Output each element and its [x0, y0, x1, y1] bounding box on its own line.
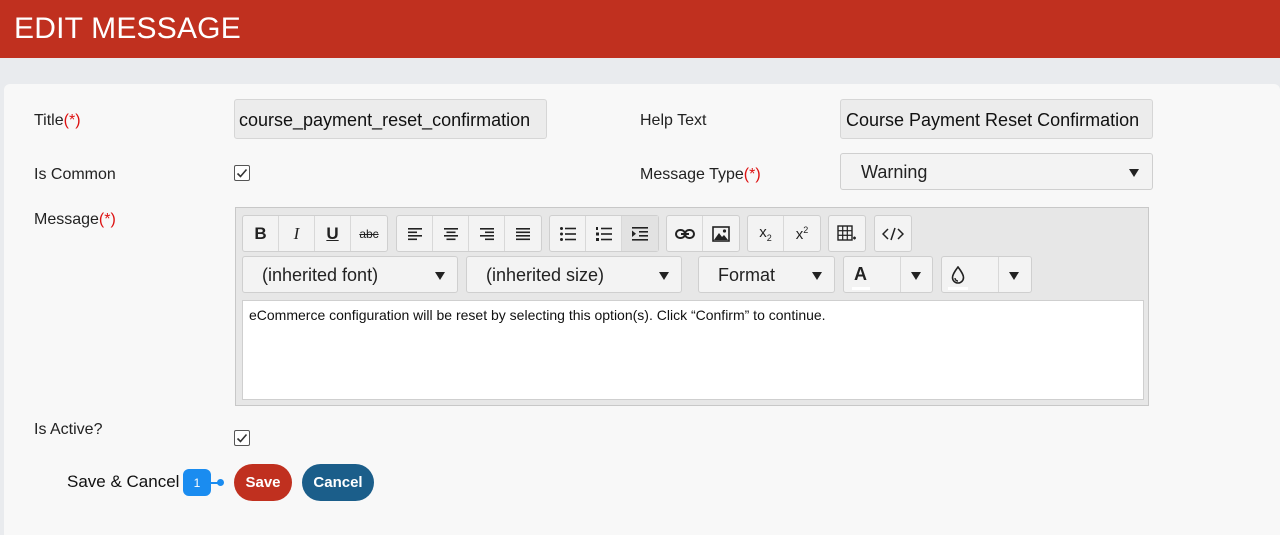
format-select[interactable]: Format — [698, 256, 835, 293]
font-family-select[interactable]: (inherited font) — [242, 256, 458, 293]
is-active-checkbox[interactable] — [234, 430, 250, 446]
toolbar-group-script: x2 x2 — [747, 215, 821, 252]
editor-content[interactable]: eCommerce configuration will be reset by… — [242, 300, 1144, 400]
toolbar-group-table — [828, 215, 866, 252]
annotation-label: Save & Cancel — [67, 472, 180, 491]
fill-color-swatch — [948, 287, 968, 290]
message-type-label: Message Type(*) — [640, 166, 761, 184]
check-icon — [236, 433, 248, 443]
link-button[interactable] — [667, 216, 703, 251]
required-marker: (*) — [98, 211, 116, 228]
image-icon — [712, 225, 730, 242]
message-type-value: Warning — [861, 162, 928, 182]
title-input[interactable]: course_payment_reset_confirmation — [234, 99, 547, 139]
indent-button[interactable] — [622, 216, 658, 251]
save-button[interactable]: Save — [234, 464, 292, 501]
is-common-label: Is Common — [34, 166, 116, 183]
annotation-dot — [217, 479, 224, 486]
toolbar-group-align — [396, 215, 542, 252]
toolbar-group-code — [874, 215, 912, 252]
cancel-button[interactable]: Cancel — [302, 464, 374, 501]
code-icon — [882, 227, 904, 240]
required-marker: (*) — [63, 112, 81, 129]
is-common-checkbox[interactable] — [234, 165, 250, 181]
text-color-picker[interactable]: A — [843, 256, 933, 293]
chevron-down-icon — [659, 272, 669, 280]
align-justify-icon — [516, 227, 530, 240]
chevron-down-icon[interactable] — [911, 272, 921, 280]
link-icon — [674, 228, 695, 239]
align-center-icon — [443, 227, 458, 240]
numbered-list-button[interactable] — [586, 216, 622, 251]
page-header: EDIT MESSAGE — [0, 0, 1280, 58]
divider — [998, 257, 999, 292]
indent-icon — [632, 226, 648, 241]
title-label-text: Title — [34, 112, 64, 129]
align-center-button[interactable] — [433, 216, 469, 251]
is-active-label: Is Active? — [34, 421, 103, 438]
chevron-down-icon — [435, 272, 445, 280]
rich-text-editor: B I U abc x2 x2 (inherited font) (inheri… — [235, 207, 1149, 406]
format-value: Format — [718, 265, 776, 285]
bullet-list-icon — [559, 226, 576, 241]
check-icon — [236, 168, 248, 178]
align-left-icon — [407, 227, 422, 240]
table-button[interactable] — [829, 216, 865, 251]
background-color-picker[interactable] — [941, 256, 1032, 293]
toolbar-group-lists — [549, 215, 659, 252]
chevron-down-icon — [1129, 169, 1139, 177]
superscript-icon: x2 — [795, 224, 809, 243]
code-view-button[interactable] — [875, 216, 911, 251]
toolbar-group-styles: B I U abc — [242, 215, 388, 252]
subscript-icon: x2 — [759, 224, 772, 243]
divider — [900, 257, 901, 292]
font-size-select[interactable]: (inherited size) — [466, 256, 682, 293]
chevron-down-icon — [812, 272, 822, 280]
table-icon — [837, 224, 856, 241]
fill-color-icon — [951, 266, 965, 284]
toolbar-group-insert — [666, 215, 740, 252]
message-type-select[interactable]: Warning — [840, 153, 1153, 190]
edit-form-panel: Title(*) course_payment_reset_confirmati… — [4, 84, 1280, 535]
page-title: EDIT MESSAGE — [14, 12, 241, 45]
underline-button[interactable]: U — [315, 216, 351, 251]
help-text-label: Help Text — [640, 112, 707, 129]
image-button[interactable] — [703, 216, 739, 251]
help-text-input[interactable]: Course Payment Reset Confirmation — [840, 99, 1153, 139]
strikethrough-button[interactable]: abc — [351, 216, 387, 251]
title-label: Title(*) — [34, 112, 81, 130]
chevron-down-icon[interactable] — [1009, 272, 1019, 280]
superscript-button[interactable]: x2 — [784, 216, 820, 251]
required-marker: (*) — [743, 166, 761, 183]
bold-button[interactable]: B — [243, 216, 279, 251]
align-right-button[interactable] — [469, 216, 505, 251]
message-label-text: Message — [34, 211, 99, 228]
message-type-label-text: Message Type — [640, 166, 744, 183]
text-color-swatch — [852, 287, 870, 290]
annotation-badge: 1 — [183, 469, 211, 496]
message-label: Message(*) — [34, 211, 116, 229]
font-family-value: (inherited font) — [262, 265, 379, 285]
italic-button[interactable]: I — [279, 216, 315, 251]
align-right-icon — [479, 227, 494, 240]
subscript-button[interactable]: x2 — [748, 216, 784, 251]
font-size-value: (inherited size) — [486, 265, 605, 285]
text-color-icon: A — [854, 264, 867, 284]
numbered-list-icon — [595, 226, 612, 241]
bullet-list-button[interactable] — [550, 216, 586, 251]
align-left-button[interactable] — [397, 216, 433, 251]
justify-button[interactable] — [505, 216, 541, 251]
